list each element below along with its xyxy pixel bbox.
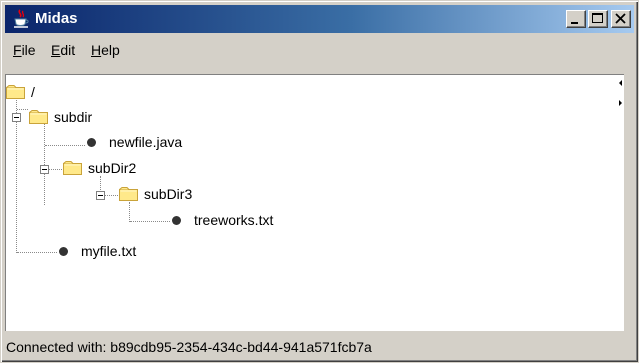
tree-node-subdir3[interactable]: subDir3: [119, 185, 192, 203]
close-button[interactable]: [611, 10, 631, 28]
menu-help-label: elp: [101, 42, 120, 58]
java-cup-icon: [14, 9, 29, 28]
folder-icon: [6, 85, 25, 99]
scroll-arrows-icon: [619, 80, 622, 106]
tree-node-label: subDir2: [88, 160, 137, 176]
file-tree[interactable]: / subdir newfile.java subDir2 subDir3 tr…: [5, 74, 624, 331]
folder-icon: [63, 161, 82, 175]
tree-node-label: treeworks.txt: [194, 212, 274, 228]
menu-file-label: ile: [21, 42, 36, 58]
tree-connector: [44, 116, 45, 205]
folder-icon: [29, 110, 48, 124]
close-icon: [615, 13, 626, 24]
folder-icon: [119, 187, 138, 201]
menu-help-mnemonic: H: [91, 42, 102, 58]
tree-node-newfile[interactable]: newfile.java: [87, 133, 182, 151]
tree-node-label: subDir3: [144, 186, 193, 202]
menu-file[interactable]: File: [13, 42, 36, 58]
tree-connector: [17, 252, 57, 253]
tree-node-label: subdir: [54, 109, 93, 125]
connection-status: Connected with: b89cdb95-2354-434c-bd44-…: [6, 339, 372, 355]
title-bar[interactable]: Midas: [5, 5, 634, 33]
minimize-icon: [571, 22, 578, 24]
window-title: Midas: [35, 10, 78, 27]
collapse-toggle-subdir[interactable]: [12, 113, 21, 122]
menu-bar: File Edit Help: [5, 38, 634, 60]
tree-node-myfile[interactable]: myfile.txt: [59, 242, 136, 260]
file-bullet-icon: [172, 215, 181, 225]
tree-node-subdir[interactable]: subdir: [29, 108, 92, 126]
status-bar: Connected with: b89cdb95-2354-434c-bd44-…: [5, 335, 634, 360]
collapse-toggle-subdir2[interactable]: [40, 165, 49, 174]
menu-edit-label: dit: [60, 42, 76, 58]
tree-connector: [17, 109, 28, 110]
file-bullet-icon: [87, 137, 96, 147]
tree-node-root[interactable]: /: [6, 83, 35, 101]
maximize-icon: [592, 13, 603, 23]
collapse-toggle-subdir3[interactable]: [96, 191, 105, 200]
menu-help[interactable]: Help: [91, 42, 120, 58]
menu-edit[interactable]: Edit: [51, 42, 75, 58]
tree-connector: [129, 202, 130, 222]
tree-node-label: /: [31, 84, 35, 100]
tree-connector: [45, 145, 85, 146]
file-bullet-icon: [59, 246, 68, 256]
minimize-button[interactable]: [566, 10, 586, 28]
tree-node-subdir2[interactable]: subDir2: [63, 159, 136, 177]
menu-edit-mnemonic: E: [51, 42, 61, 58]
tree-node-treeworks[interactable]: treeworks.txt: [172, 211, 273, 229]
tree-node-label: newfile.java: [109, 134, 183, 150]
maximize-button[interactable]: [588, 10, 608, 28]
menu-file-mnemonic: F: [13, 42, 22, 58]
app-window: Midas File Edit Help / subdir newfile.ja…: [0, 0, 639, 363]
tree-node-label: myfile.txt: [81, 243, 137, 259]
tree-connector: [130, 221, 170, 222]
